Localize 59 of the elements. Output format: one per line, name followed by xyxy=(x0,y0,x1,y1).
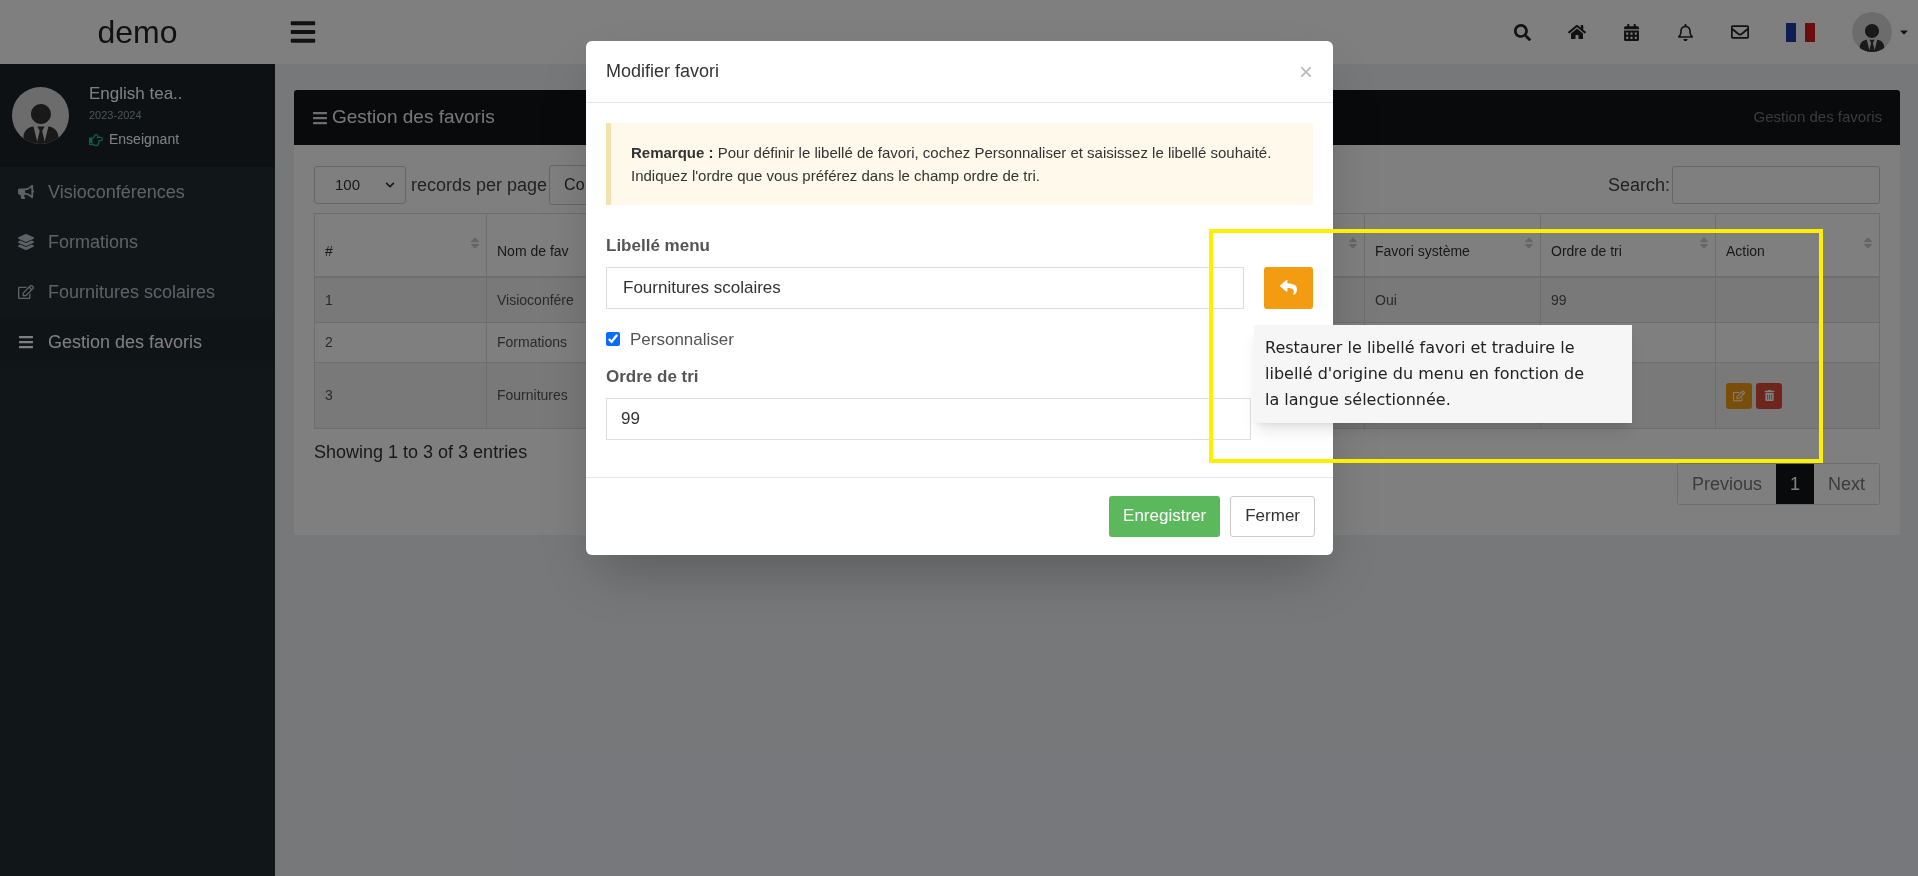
customize-checkbox[interactable] xyxy=(606,332,620,347)
label-input[interactable]: Fournitures scolaires xyxy=(606,266,1244,309)
field-label: Libellé menu xyxy=(606,235,710,257)
table-info: Showing 1 to 3 of 3 entries xyxy=(314,441,528,464)
page-size-select[interactable]: 100 xyxy=(314,166,406,204)
restore-button[interactable] xyxy=(1264,266,1313,309)
records-label: records per page xyxy=(411,173,548,197)
list-icon xyxy=(312,109,328,126)
flag-icon[interactable] xyxy=(1786,22,1815,42)
box-title: Gestion des favoris xyxy=(332,105,495,130)
chevron-icon xyxy=(385,180,395,190)
stack-icon xyxy=(18,234,34,250)
column-header[interactable]: Favori système xyxy=(1375,241,1470,262)
mail-icon[interactable] xyxy=(1731,23,1749,41)
close-dialog-button[interactable]: Fermer xyxy=(1230,495,1315,537)
save-button[interactable]: Enregistrer xyxy=(1109,495,1221,537)
table-cell-text: Fournitures xyxy=(497,386,568,405)
user-name: English tea.. xyxy=(89,83,183,105)
edit-icon xyxy=(18,284,34,300)
checkbox-label: Personnaliser xyxy=(630,328,734,351)
field-label: Ordre de tri xyxy=(606,366,699,388)
table-cell-text: 3 xyxy=(325,386,333,405)
table-cell-text: 99 xyxy=(1551,290,1567,310)
bell-icon[interactable] xyxy=(1677,23,1694,41)
search-field[interactable] xyxy=(1672,166,1880,204)
table-cell-text: 1 xyxy=(325,290,333,310)
note-text: Remarque : Pour définir le libellé de favori, cochez Personnaliser et saisissez le libellé souhaité. Indiquez l'ordre que vous préférez dans le champ ordre de tri. xyxy=(631,143,1273,186)
home-icon[interactable] xyxy=(1568,23,1586,41)
pagination-button[interactable]: 1 xyxy=(1775,464,1814,504)
column-header[interactable]: # xyxy=(325,241,333,262)
column-header[interactable]: Nom de fav xyxy=(497,241,569,262)
modal-title: Modifier favori xyxy=(606,60,720,83)
search-label: Search: xyxy=(1607,173,1670,197)
tooltip: Restaurer le libellé favori et traduire le libellé d'origine du menu en fonction de la langue sélectionnée. xyxy=(1254,325,1632,423)
brand-logo[interactable]: demo xyxy=(97,8,178,56)
order-input[interactable]: 99 xyxy=(606,397,1251,440)
edit-icon xyxy=(1733,389,1745,402)
list-icon xyxy=(18,334,34,350)
search-icon[interactable] xyxy=(1514,23,1531,41)
column-header[interactable]: Action xyxy=(1726,241,1765,262)
menu-icon[interactable] xyxy=(289,18,317,46)
school-year: 2023-2024 xyxy=(89,107,143,123)
avatar xyxy=(12,87,69,144)
sidebar-item[interactable]: Formations xyxy=(0,217,275,267)
sidebar-item[interactable]: Fournitures scolaires xyxy=(0,267,275,317)
avatar xyxy=(1852,12,1892,52)
user-role: Enseignant xyxy=(109,130,180,149)
column-header[interactable]: Ordre de tri xyxy=(1551,241,1622,262)
delete-button[interactable] xyxy=(1756,382,1782,409)
table-cell-text: 2 xyxy=(325,333,333,352)
trash-icon xyxy=(1763,390,1775,401)
calendar-icon[interactable] xyxy=(1623,23,1640,41)
pointing-hand-icon xyxy=(89,132,103,147)
table-cell-text: Formations xyxy=(497,333,568,352)
table-cell-text: Visioconfére xyxy=(497,290,574,310)
sidebar-item[interactable]: Visioconférences xyxy=(0,167,275,217)
table-cell-text: Oui xyxy=(1375,290,1397,310)
megaphone-icon xyxy=(18,184,34,200)
reply-arrow-icon xyxy=(1280,279,1297,296)
